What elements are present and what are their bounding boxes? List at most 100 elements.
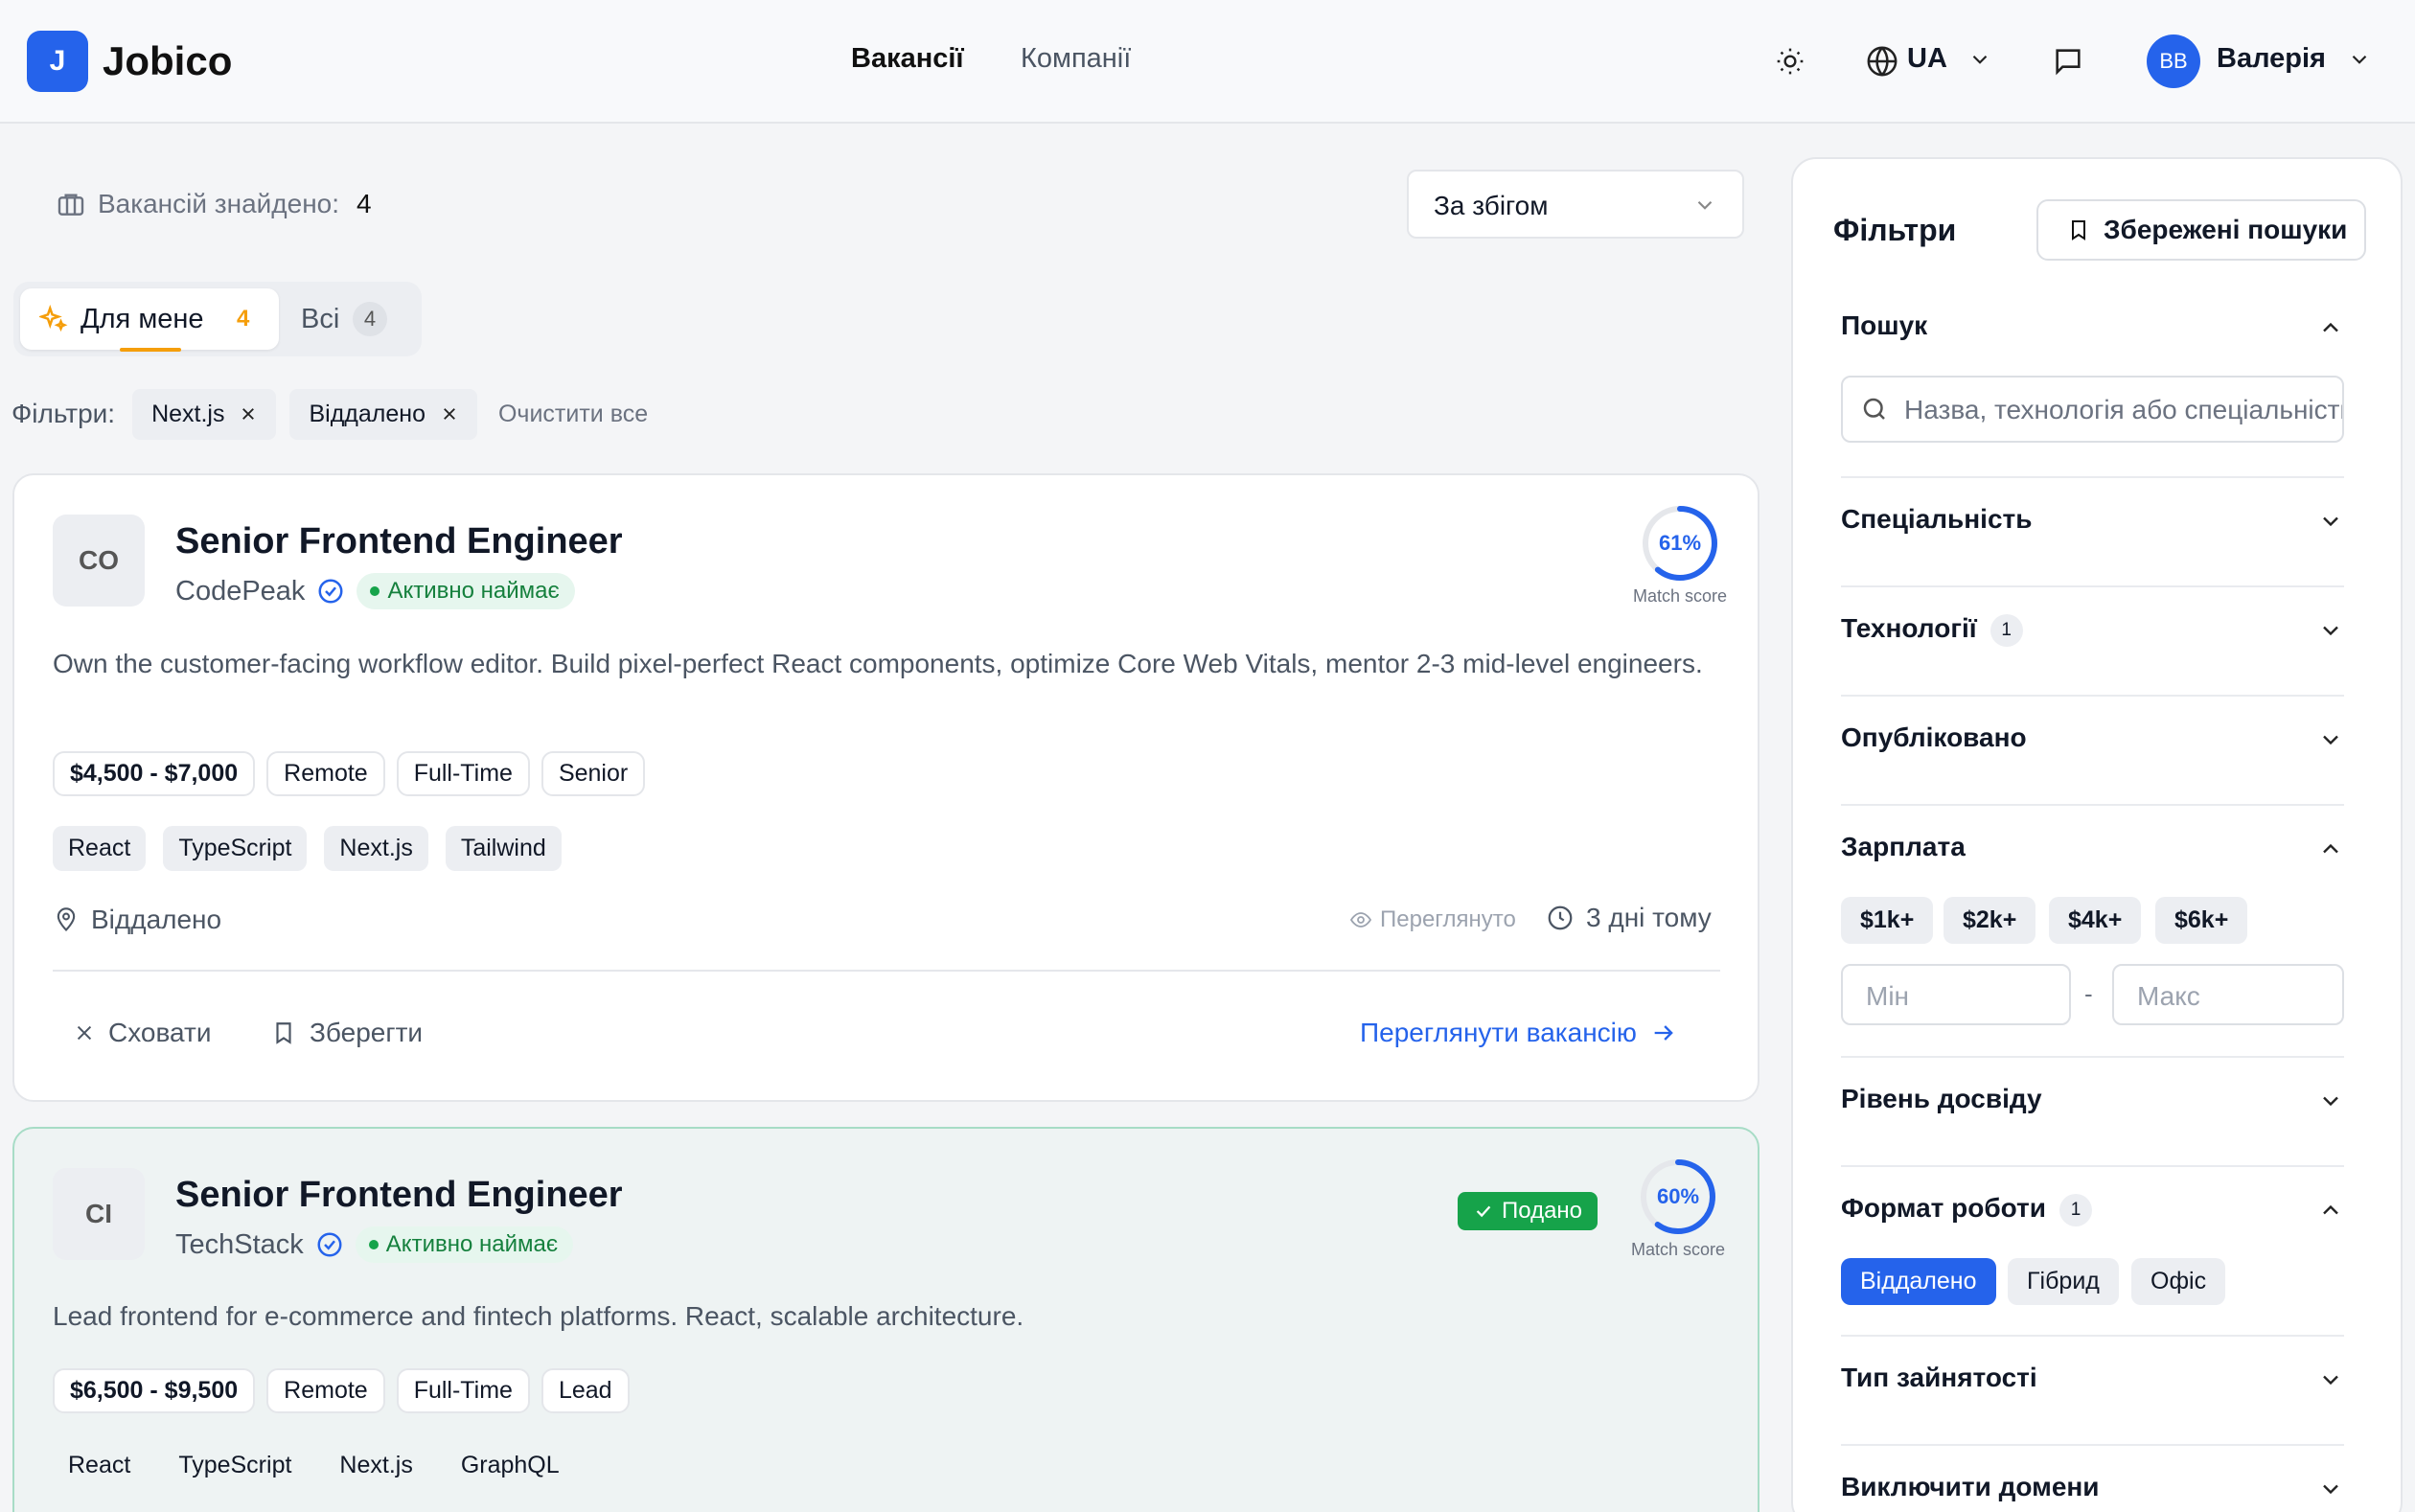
tab-for-me[interactable]: Для мене 4 <box>20 288 279 352</box>
filters-panel: Фільтри Збережені пошуки Пошук Назва, те… <box>1791 157 2403 1512</box>
section-label: Пошук <box>1841 310 1928 340</box>
salary-min-placeholder: Мін <box>1866 981 1910 1011</box>
chevron-down-icon <box>2323 1096 2338 1107</box>
language-select[interactable]: UA <box>1907 43 1992 75</box>
salary-max-input[interactable]: Макс <box>2112 964 2344 1025</box>
app-name[interactable]: Jobico <box>103 38 232 84</box>
clear-all-button[interactable]: Очистити все <box>498 401 648 428</box>
active-filters-label: Фільтри: <box>12 399 116 428</box>
section-count: 1 <box>2058 1193 2092 1226</box>
clock-icon <box>1548 905 1573 930</box>
search-input[interactable]: Назва, технологія або спеціальність <box>1841 376 2344 443</box>
tab-all-count: 4 <box>353 302 387 336</box>
search-icon <box>1863 398 1885 420</box>
company-logo: CI <box>53 1168 145 1260</box>
section-label: Виключити домени <box>1841 1472 2100 1501</box>
chevron-down-icon <box>2323 516 2338 527</box>
salary-preset[interactable]: $1k+ <box>1841 897 1934 944</box>
job-tag: Lead <box>540 1368 630 1413</box>
job-title[interactable]: Senior Frontend Engineer <box>175 1175 623 1216</box>
section-search[interactable]: Пошук <box>1841 310 2344 341</box>
section-label: Технології <box>1841 613 1977 643</box>
company-row: TechStack Активно наймає <box>175 1226 574 1263</box>
nav-companies[interactable]: Компанії <box>1021 43 1131 75</box>
job-card[interactable]: CI Senior Frontend Engineer TechStack Ак… <box>12 1127 1760 1512</box>
tech-tags: React TypeScript Next.js GraphQL <box>53 1443 575 1488</box>
hide-label: Сховати <box>108 1018 212 1047</box>
sort-select[interactable]: За збігом <box>1407 170 1744 239</box>
section-label: Формат роботи <box>1841 1193 2046 1223</box>
close-icon[interactable] <box>441 405 458 423</box>
section-label: Спеціальність <box>1841 504 2033 534</box>
hiring-label: Активно наймає <box>387 578 560 604</box>
match-score-label: Match score <box>1630 1240 1726 1259</box>
nav-vacancies[interactable]: Вакансії <box>851 43 964 75</box>
user-menu[interactable]: Валерія <box>2217 43 2372 75</box>
hide-button[interactable]: Сховати <box>74 1018 211 1048</box>
divider <box>1841 476 2344 478</box>
match-score-label: Match score <box>1632 586 1728 606</box>
user-name: Валерія <box>2217 43 2326 74</box>
sparkles-icon <box>39 305 68 332</box>
job-tag: Full-Time <box>396 751 530 796</box>
globe-icon[interactable] <box>1863 42 1901 80</box>
view-job-label: Переглянути вакансію <box>1360 1018 1637 1047</box>
tech-tag: Tailwind <box>445 826 562 871</box>
salary-tag: $6,500 - $9,500 <box>53 1368 256 1413</box>
section-technologies[interactable]: Технології 1 <box>1841 613 2344 647</box>
chevron-down-icon <box>2323 626 2338 636</box>
job-tag: Full-Time <box>396 1368 530 1413</box>
job-title[interactable]: Senior Frontend Engineer <box>175 521 623 562</box>
tech-tags: React TypeScript Next.js Tailwind <box>53 826 562 871</box>
salary-preset[interactable]: $6k+ <box>2155 897 2248 944</box>
messages-icon[interactable] <box>2049 42 2087 80</box>
filter-chip-nextjs[interactable]: Next.js <box>132 388 277 440</box>
avatar[interactable]: BB <box>2147 34 2200 88</box>
match-score-ring: 61% <box>1643 506 1717 581</box>
section-work-format[interactable]: Формат роботи 1 <box>1841 1193 2344 1226</box>
saved-searches-button[interactable]: Збережені пошуки <box>2036 199 2366 261</box>
divider <box>1841 585 2344 587</box>
tab-all-label: Всі <box>301 304 340 334</box>
job-meta-tags: $4,500 - $7,000 Remote Full-Time Senior <box>53 751 646 796</box>
hiring-badge: Активно наймає <box>355 1226 574 1263</box>
tech-tag: React <box>53 826 147 871</box>
section-label: Рівень досвіду <box>1841 1084 2042 1113</box>
work-format-option-remote[interactable]: Віддалено <box>1841 1258 1996 1305</box>
view-job-link[interactable]: Переглянути вакансію <box>1360 1018 1677 1048</box>
section-experience[interactable]: Рівень досвіду <box>1841 1084 2344 1114</box>
results-number: 4 <box>356 189 372 218</box>
work-format-option-hybrid[interactable]: Гібрид <box>2008 1258 2119 1305</box>
match-score: 60% Match score <box>1621 1157 1736 1260</box>
section-specialty[interactable]: Спеціальність <box>1841 504 2344 535</box>
salary-min-input[interactable]: Мін <box>1841 964 2071 1025</box>
company-name[interactable]: CodePeak <box>175 576 305 607</box>
salary-preset[interactable]: $2k+ <box>1944 897 2036 944</box>
chip-label: Next.js <box>151 400 225 427</box>
salary-preset[interactable]: $4k+ <box>2049 897 2142 944</box>
language-label: UA <box>1907 43 1946 74</box>
company-name[interactable]: TechStack <box>175 1229 304 1261</box>
close-icon[interactable] <box>240 405 257 423</box>
save-button[interactable]: Зберегти <box>271 1018 423 1048</box>
viewed-indicator: Переглянуто <box>1349 906 1516 933</box>
chevron-up-icon <box>2323 1204 2338 1215</box>
tech-tag: GraphQL <box>460 1452 560 1478</box>
company-logo: CO <box>53 515 145 607</box>
top-header: J Jobico Вакансії Компанії UA BB Валерія <box>0 0 2415 124</box>
job-card[interactable]: CO Senior Frontend Engineer CodePeak Акт… <box>12 473 1760 1102</box>
section-employment-type[interactable]: Тип зайнятості <box>1841 1363 2344 1393</box>
section-salary[interactable]: Зарплата <box>1841 832 2344 862</box>
map-pin-icon <box>57 907 76 931</box>
divider <box>1841 1165 2344 1167</box>
work-format-option-office[interactable]: Офіс <box>2131 1258 2226 1305</box>
section-published[interactable]: Опубліковано <box>1841 722 2344 753</box>
status-badge: Подано <box>1458 1192 1598 1230</box>
logo-mark[interactable]: J <box>27 31 88 92</box>
job-meta-tags: $6,500 - $9,500 Remote Full-Time Lead <box>53 1368 630 1413</box>
filter-chip-remote[interactable]: Віддалено <box>289 388 477 440</box>
theme-sun-icon[interactable] <box>1771 42 1809 80</box>
section-exclude-domains[interactable]: Виключити домени <box>1841 1472 2344 1502</box>
tab-all[interactable]: Всі 4 <box>301 288 416 350</box>
briefcase-icon <box>58 194 84 216</box>
